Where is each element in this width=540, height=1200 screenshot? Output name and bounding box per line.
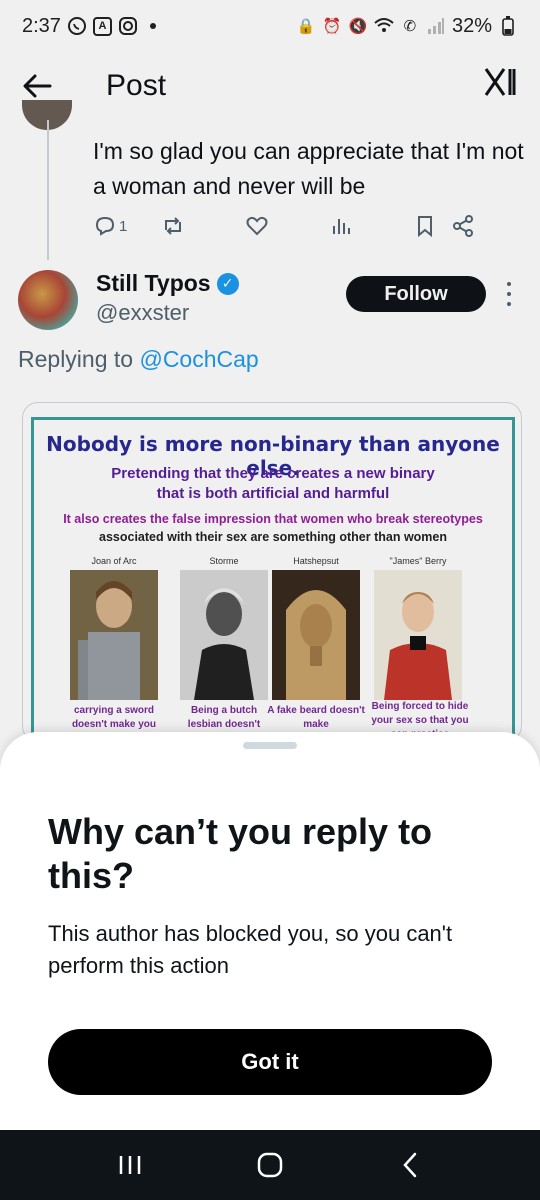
- recent-apps-button[interactable]: [100, 1135, 160, 1195]
- home-button[interactable]: [240, 1135, 300, 1195]
- chevron-left-icon: [403, 1152, 417, 1178]
- sheet-grabber[interactable]: [243, 742, 297, 749]
- got-it-button[interactable]: Got it: [48, 1029, 492, 1095]
- system-navigation-bar: [0, 1130, 540, 1200]
- home-icon: [257, 1152, 283, 1178]
- recent-apps-icon: [119, 1156, 141, 1174]
- bottom-sheet: Why can’t you reply to this? This author…: [0, 732, 540, 1132]
- sheet-title: Why can’t you reply to this?: [48, 811, 433, 896]
- system-back-button[interactable]: [380, 1135, 440, 1195]
- sheet-body: This author has blocked you, so you can'…: [48, 921, 453, 978]
